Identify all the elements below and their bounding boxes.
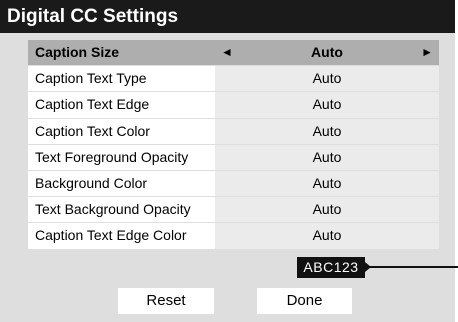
- callout-line: [365, 266, 458, 268]
- setting-row-text-background-opacity[interactable]: Text Background Opacity Auto: [28, 197, 439, 224]
- arrow-right-icon[interactable]: ►: [421, 40, 433, 65]
- setting-label: Caption Size: [28, 40, 215, 66]
- setting-row-caption-text-color[interactable]: Caption Text Color Auto: [28, 118, 439, 145]
- setting-row-background-color[interactable]: Background Color Auto: [28, 170, 439, 198]
- caption-preview-sample: ABC123: [297, 257, 365, 278]
- setting-value: Auto: [215, 197, 439, 223]
- setting-row-caption-text-edge[interactable]: Caption Text Edge Auto: [28, 92, 439, 119]
- arrow-left-icon[interactable]: ◄: [221, 40, 233, 65]
- setting-label: Text Background Opacity: [28, 197, 215, 223]
- setting-label: Caption Text Edge: [28, 92, 215, 118]
- digital-cc-settings-panel: Digital CC Settings Caption Size ◄ Auto …: [0, 0, 458, 322]
- setting-value-selector[interactable]: ◄ Auto ►: [215, 40, 439, 66]
- setting-value: Auto: [215, 144, 439, 170]
- setting-label: Background Color: [28, 170, 215, 197]
- setting-value: Auto: [311, 44, 343, 60]
- setting-row-caption-size[interactable]: Caption Size ◄ Auto ►: [28, 40, 439, 67]
- setting-label: Caption Text Edge Color: [28, 223, 215, 249]
- setting-value: Auto: [215, 223, 439, 249]
- reset-button[interactable]: Reset: [118, 288, 214, 314]
- setting-row-caption-text-type[interactable]: Caption Text Type Auto: [28, 66, 439, 93]
- page-title: Digital CC Settings: [0, 0, 455, 33]
- callout-arrow-icon: [365, 262, 371, 272]
- setting-row-text-foreground-opacity[interactable]: Text Foreground Opacity Auto: [28, 144, 439, 171]
- setting-value: Auto: [215, 66, 439, 92]
- setting-label: Caption Text Color: [28, 118, 215, 144]
- done-button[interactable]: Done: [257, 288, 352, 314]
- setting-value: Auto: [215, 170, 439, 197]
- settings-list: Caption Size ◄ Auto ► Caption Text Type …: [28, 40, 439, 250]
- setting-label: Caption Text Type: [28, 66, 215, 92]
- setting-row-caption-text-edge-color[interactable]: Caption Text Edge Color Auto: [28, 223, 439, 250]
- setting-value: Auto: [215, 118, 439, 144]
- setting-value: Auto: [215, 92, 439, 118]
- setting-label: Text Foreground Opacity: [28, 144, 215, 170]
